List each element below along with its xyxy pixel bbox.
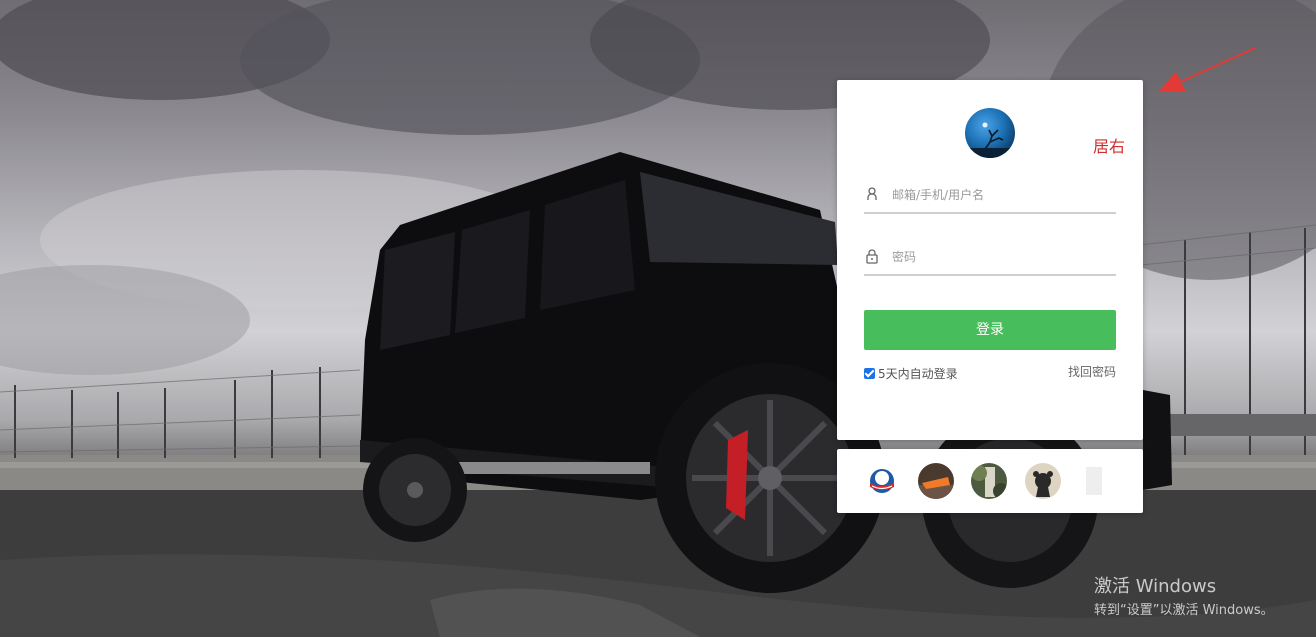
faded-avatar[interactable] (1078, 463, 1114, 499)
annotation-label: 居右 (1093, 137, 1126, 156)
user-icon (867, 187, 877, 200)
avatar-image (965, 122, 1015, 158)
orange-boat-icon (918, 463, 954, 499)
remember-label: 5天内自动登录 (878, 367, 958, 381)
windows-activation-subtitle: 转到“设置”以激活 Windows。 (1094, 603, 1274, 618)
forgot-password-link[interactable]: 找回密码 (1068, 363, 1116, 380)
green-photo-icon (971, 463, 1007, 499)
user-avatar (965, 108, 1015, 158)
windows-activation-title: 激活 Windows (1094, 576, 1217, 597)
lock-icon (866, 249, 878, 264)
username-field (864, 180, 1116, 214)
username-input[interactable] (890, 183, 1114, 207)
login-button[interactable]: 登录 (864, 310, 1116, 350)
obama-logo-avatar[interactable] (864, 463, 900, 499)
faded-icon (1078, 463, 1114, 499)
obama-logo-icon (864, 463, 900, 499)
bear-icon (1025, 463, 1061, 499)
orange-boat-avatar[interactable] (918, 463, 954, 499)
remember-me[interactable]: 5天内自动登录 (864, 365, 958, 382)
remember-checkbox[interactable] (864, 368, 875, 379)
password-field (864, 242, 1116, 276)
green-photo-avatar[interactable] (971, 463, 1007, 499)
password-input[interactable] (890, 245, 1114, 269)
social-login-bar (837, 449, 1143, 513)
bear-avatar[interactable] (1025, 463, 1061, 499)
